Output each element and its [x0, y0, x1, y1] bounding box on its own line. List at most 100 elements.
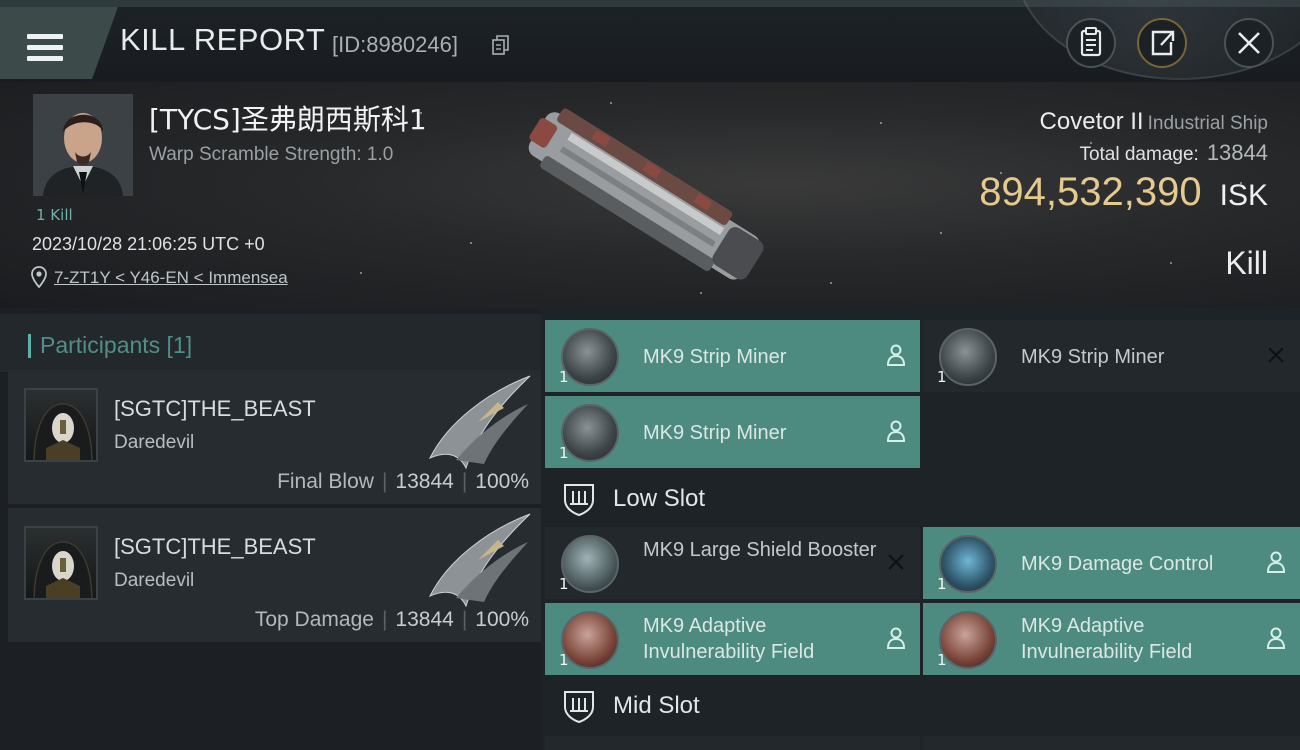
module-slot[interactable]: 1 MK9 Adaptive Invulnerability Field	[545, 603, 920, 675]
participants-header: Participants [1]	[0, 314, 541, 372]
share-icon	[1151, 30, 1175, 56]
mid-slot-shield-icon	[564, 691, 594, 723]
damage-control-icon	[939, 535, 997, 593]
module-quantity: 1	[937, 368, 947, 386]
module-slot[interactable]: 1 MK9 Strip Miner	[545, 396, 920, 468]
participants-panel: Participants [1] [SGTC]THE_BEAST Daredev…	[0, 308, 541, 750]
hamburger-menu-icon	[27, 34, 63, 62]
header-bar: KILL REPORT [ID:8980246]	[0, 0, 1300, 82]
participants-title: Participants [1]	[40, 332, 193, 358]
participant-name: [SGTC]THE_BEAST	[114, 396, 316, 421]
kill-timestamp: 2023/10/28 21:06:25 UTC +0	[32, 234, 265, 254]
total-damage-value: 13844	[1206, 140, 1268, 165]
module-quantity: 1	[559, 575, 569, 593]
isk-value: 894,532,390 ISK	[979, 170, 1268, 215]
ship-class: Industrial Ship	[1147, 113, 1268, 134]
victim-ship[interactable]: Covetor II Industrial Ship	[1040, 108, 1268, 136]
total-damage-label: Total damage:	[1079, 144, 1199, 165]
share-button[interactable]	[1137, 18, 1187, 68]
fitted-person-icon	[886, 344, 906, 366]
victim-portrait[interactable]	[33, 94, 133, 196]
module-slot[interactable]: 1 MK9 Strip Miner	[545, 320, 920, 392]
module-quantity: 1	[559, 651, 569, 669]
participant-percent: 100%	[475, 470, 529, 493]
strip-miner-icon	[561, 328, 619, 386]
location-pin-icon	[31, 266, 47, 288]
total-damage: Total damage: 13844	[1079, 140, 1268, 166]
daredevil-ship-icon	[428, 375, 531, 470]
menu-button[interactable]	[0, 7, 118, 79]
covetor-ship-render	[528, 108, 764, 280]
invulnerability-field-icon	[561, 611, 619, 669]
low-slot-header: Low Slot	[545, 472, 1300, 526]
participant-percent: 100%	[475, 608, 529, 631]
participant-row[interactable]: [SGTC]THE_BEAST Daredevil Top Damage | 138…	[8, 508, 541, 642]
strip-miner-icon	[561, 404, 619, 462]
fitting-panel: 1 MK9 Strip Miner 1 MK9 Strip Miner 1 MK…	[541, 308, 1300, 750]
module-quantity: 1	[559, 368, 569, 386]
kill-count: 1 Kill	[36, 206, 73, 224]
module-quantity: 1	[937, 651, 947, 669]
module-slot[interactable]: 1 MK9 Strip Miner	[923, 320, 1300, 392]
strip-miner-icon	[939, 328, 997, 386]
module-quantity: 1	[937, 575, 947, 593]
clipboard-button[interactable]	[1066, 18, 1116, 68]
copy-icon[interactable]	[492, 35, 509, 55]
participant-damage: 13844	[395, 470, 454, 493]
isk-amount: 894,532,390	[979, 170, 1202, 214]
hooded-pilot-icon	[33, 403, 93, 460]
close-button[interactable]	[1224, 18, 1274, 68]
participant-avatar	[24, 388, 98, 462]
participant-role: Top Damage	[254, 608, 374, 631]
participant-damage: 13844	[395, 608, 454, 631]
page-title: KILL REPORT	[120, 22, 326, 57]
mid-slot-header: Mid Slot	[545, 679, 1300, 733]
close-icon	[1238, 32, 1260, 54]
module-slot[interactable]: 1 MK9 Large Shield Booster	[545, 527, 920, 599]
victim-name[interactable]: [TYCS]圣弗朗西斯科1	[149, 98, 427, 138]
destroyed-x-icon	[888, 554, 904, 570]
module-slot[interactable]	[545, 736, 920, 750]
fitted-person-icon	[1266, 627, 1286, 649]
clipboard-icon	[1080, 27, 1102, 57]
module-quantity: 1	[559, 444, 569, 462]
kill-location-link[interactable]: 7-ZT1Y < Y46-EN < Immensea	[54, 268, 288, 288]
mid-slot-title: Mid Slot	[613, 692, 700, 719]
invulnerability-field-icon	[939, 611, 997, 669]
shield-booster-icon	[561, 535, 619, 593]
fitted-person-icon	[886, 627, 906, 649]
fitted-person-icon	[886, 420, 906, 442]
low-slot-shield-icon	[564, 484, 594, 516]
participant-role: Final Blow	[277, 470, 374, 493]
participant-row[interactable]: [SGTC]THE_BEAST Daredevil Final Blow | 138…	[8, 370, 541, 504]
module-name: MK9 Strip Miner	[643, 422, 787, 444]
module-name: MK9 Strip Miner	[1021, 346, 1165, 368]
destroyed-x-icon	[1268, 347, 1284, 363]
isk-unit: ISK	[1219, 179, 1268, 212]
module-name: MK9 Damage Control	[1021, 553, 1214, 575]
participant-name: [SGTC]THE_BEAST	[114, 534, 316, 559]
daredevil-ship-icon	[428, 513, 531, 608]
report-result: Kill	[1225, 245, 1268, 281]
module-slot[interactable]	[923, 736, 1300, 750]
module-slot[interactable]: 1 MK9 Adaptive Invulnerability Field	[923, 603, 1300, 675]
module-name: MK9 Adaptive Invulnerability Field	[643, 615, 815, 663]
module-slot[interactable]: 1 MK9 Damage Control	[923, 527, 1300, 599]
fitted-person-icon	[1266, 551, 1286, 573]
module-name: MK9 Adaptive Invulnerability Field	[1021, 615, 1193, 663]
participant-avatar	[24, 526, 98, 600]
section-accent-bar	[28, 334, 31, 358]
low-slot-title: Low Slot	[613, 485, 706, 512]
warp-scramble-strength: Warp Scramble Strength: 1.0	[149, 144, 394, 165]
report-id: [ID:8980246]	[332, 32, 458, 57]
pilot-avatar	[33, 94, 133, 196]
module-name: MK9 Large Shield Booster	[643, 539, 877, 561]
victim-summary: [TYCS]圣弗朗西斯科1 Warp Scramble Strength: 1.…	[0, 82, 1300, 308]
participant-stats: Final Blow | 13844 | 100%	[277, 470, 529, 493]
participant-ship: Daredevil	[114, 432, 195, 453]
participant-ship: Daredevil	[114, 570, 195, 591]
module-name: MK9 Strip Miner	[643, 346, 787, 368]
ship-name: Covetor II	[1039, 108, 1144, 135]
hooded-pilot-icon	[33, 541, 93, 598]
participant-stats: Top Damage | 13844 | 100%	[254, 608, 529, 631]
